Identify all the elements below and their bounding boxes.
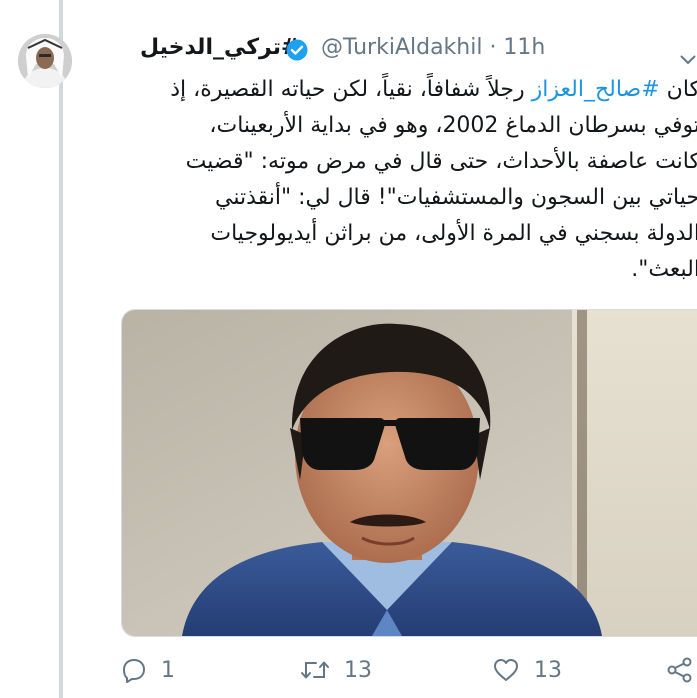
like-button[interactable]: 13 [492, 652, 562, 688]
tweet-actions: 1 13 13 [121, 652, 697, 688]
share-icon [666, 657, 694, 683]
tweet-text-line: حياتي بين السجون والمستشفيات"! قال لي: "… [215, 185, 697, 210]
tweet-text-line: الدولة بسجني في المرة الأولى، من براثن أ… [210, 221, 697, 246]
retweet-count: 13 [344, 657, 372, 683]
tweet-text-line: كان #صالح_العزاز رجلاً شفافاً، نقياً، لك… [170, 77, 697, 102]
like-icon [492, 657, 520, 683]
share-button[interactable] [666, 652, 694, 688]
display-name[interactable]: #تركي_الدخيل [140, 30, 299, 66]
tweet-text-line: البعث". [631, 257, 697, 282]
retweet-icon [300, 657, 330, 683]
tweet-text-line: كانت عاصفة بالأحداث، حتى قال في مرض موته… [185, 149, 697, 174]
verified-badge-icon [286, 37, 308, 61]
avatar[interactable] [18, 34, 72, 88]
retweet-button[interactable]: 13 [300, 652, 372, 688]
like-count: 13 [534, 657, 562, 683]
reply-icon [121, 657, 147, 683]
handle-and-time[interactable]: @TurkiAldakhil · 11h [321, 30, 545, 66]
reply-button[interactable]: 1 [121, 652, 175, 688]
thread-rail [59, 0, 63, 698]
chevron-down-icon[interactable] [680, 42, 696, 65]
reply-count: 1 [161, 657, 175, 683]
tweet-photo[interactable] [121, 309, 697, 637]
tweet-text-line: توفي بسرطان الدماغ 2002، وهو في بداية ال… [209, 113, 697, 138]
tweet-text: كان #صالح_العزاز رجلاً شفافاً، نقياً، لك… [80, 72, 697, 288]
hashtag-link[interactable]: #صالح_العزاز [532, 77, 660, 102]
tweet-header: #تركي_الدخيل @TurkiAldakhil · 11h [105, 30, 696, 66]
